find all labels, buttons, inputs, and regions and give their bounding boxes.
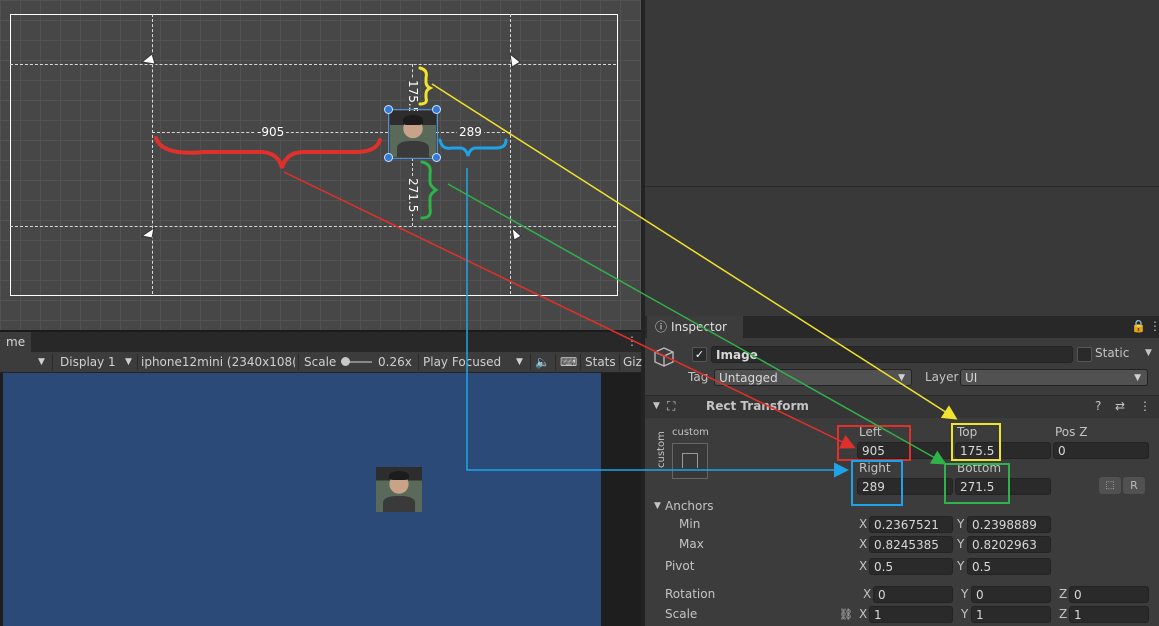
play-mode-dropdown[interactable]: Play Focused: [423, 352, 501, 372]
upper-right-panel: [645, 0, 1159, 316]
inspector-tab-bar: ⓘ Inspector 🔒 ⋮: [645, 316, 1159, 338]
anchor-preset-button[interactable]: [672, 443, 708, 479]
scene-view[interactable]: -905 289 175.5 271.5: [0, 0, 641, 330]
axis-x-label: X: [859, 559, 868, 573]
axis-y-label: Y: [961, 587, 969, 601]
audio-mute-icon[interactable]: 🔈: [535, 352, 550, 372]
link-scale-icon[interactable]: ⛓: [839, 606, 853, 623]
gameobject-cube-icon: [654, 347, 674, 367]
chevron-down-icon[interactable]: ▼: [653, 398, 660, 415]
axis-x-label: X: [859, 607, 868, 621]
rotation-z-field[interactable]: 0: [1069, 586, 1149, 603]
rotation-x-field[interactable]: 0: [873, 586, 953, 603]
axis-y-label: Y: [957, 559, 965, 573]
static-label: Static: [1095, 346, 1130, 360]
selected-image-rect[interactable]: [388, 109, 438, 159]
keyboard-icon[interactable]: ⌨: [560, 352, 577, 372]
chevron-down-icon: ▼: [516, 357, 523, 367]
pivot-x-field[interactable]: 0.5: [869, 558, 953, 575]
menu-icon[interactable]: ⋮: [1149, 319, 1159, 333]
rect-transform-icon: ⛶: [667, 399, 676, 413]
left-highlight-box: [837, 425, 911, 461]
anchor-handle-bottom-left: [140, 226, 155, 239]
resize-handle-bl[interactable]: [384, 153, 393, 162]
resize-handle-br[interactable]: [432, 153, 441, 162]
gizmos-button[interactable]: Giz: [623, 352, 642, 372]
chevron-down-icon[interactable]: ▼: [654, 498, 661, 515]
static-checkbox[interactable]: [1077, 347, 1092, 362]
resolution-dropdown[interactable]: iphone12mini (2340x108(: [141, 352, 295, 372]
anchors-foldout[interactable]: Anchors: [665, 498, 714, 515]
anchor-min-label: Min: [679, 517, 701, 531]
object-name-input[interactable]: Image: [711, 346, 1073, 363]
scale-z-field[interactable]: 1: [1069, 606, 1149, 623]
axis-y-label: Y: [957, 537, 965, 551]
component-menu-icon[interactable]: ⋮: [1139, 398, 1151, 415]
tab-game[interactable]: me: [0, 332, 32, 352]
anchor-max-label: Max: [679, 537, 704, 551]
anchor-preset-label: custom: [672, 427, 709, 438]
help-icon[interactable]: ?: [1095, 398, 1101, 415]
axis-z-label: Z: [1059, 587, 1068, 601]
anchor-min-y-field[interactable]: 0.2398889: [967, 516, 1051, 533]
game-toolbar: ▼ Display 1 ▼ iphone12mini (2340x108( Sc…: [0, 352, 642, 373]
axis-z-label: Z: [1059, 607, 1068, 621]
resize-handle-tl[interactable]: [384, 105, 393, 114]
inspector-tab-label: Inspector: [671, 320, 727, 334]
axis-y-label: Y: [961, 607, 969, 621]
game-avatar-photo: [376, 467, 422, 512]
chevron-down-icon[interactable]: ▼: [38, 352, 45, 372]
resize-handle-tr[interactable]: [432, 105, 441, 114]
scale-value: 0.26x: [378, 355, 412, 369]
scale-label: Scale: [665, 607, 698, 621]
rotation-label: Rotation: [665, 587, 716, 601]
rect-transform-header[interactable]: ▼ ⛶ Rect Transform ? ⇄ ⋮: [645, 395, 1159, 418]
raw-edit-button[interactable]: R: [1123, 477, 1145, 494]
game-view[interactable]: [0, 373, 641, 626]
scale-slider-thumb[interactable]: [341, 357, 350, 366]
bottom-highlight-box: [944, 463, 1010, 504]
posz-field[interactable]: 0: [1053, 442, 1149, 459]
tag-dropdown[interactable]: Untagged ▼: [714, 369, 912, 386]
top-highlight-box: [951, 423, 1001, 461]
display-dropdown[interactable]: Display 1: [60, 352, 116, 372]
pivot-y-field[interactable]: 0.5: [967, 558, 1051, 575]
game-tab-bar: me ⋮: [0, 332, 641, 352]
anchor-handles[interactable]: [0, 0, 641, 330]
anchor-max-y-field[interactable]: 0.8202963: [967, 536, 1051, 553]
anchor-preset-side-label: custom: [656, 431, 667, 468]
axis-y-label: Y: [957, 517, 965, 531]
component-title: Rect Transform: [706, 399, 809, 413]
pivot-label: Pivot: [665, 559, 695, 573]
chevron-down-icon[interactable]: ▼: [1145, 345, 1152, 362]
game-canvas: [3, 373, 601, 626]
stats-button[interactable]: Stats: [585, 352, 616, 372]
tab-menu-icon[interactable]: ⋮: [626, 334, 638, 348]
layer-dropdown[interactable]: UI ▼: [960, 369, 1148, 386]
info-icon: ⓘ: [655, 320, 668, 334]
axis-x-label: X: [859, 537, 868, 551]
tag-label: Tag: [688, 370, 709, 384]
presets-icon[interactable]: ⇄: [1115, 398, 1125, 415]
anchor-handle-top-left: [140, 53, 156, 65]
chevron-down-icon: ▼: [125, 357, 132, 367]
active-checkbox[interactable]: ✓: [692, 347, 707, 362]
rotation-y-field[interactable]: 0: [971, 586, 1051, 603]
anchor-handle-bottom-right: [511, 226, 522, 241]
tab-inspector[interactable]: ⓘ Inspector: [647, 316, 743, 338]
layer-label: Layer: [925, 370, 959, 384]
blueprint-mode-button[interactable]: ⬚: [1099, 477, 1121, 494]
lock-icon[interactable]: 🔒: [1131, 319, 1146, 333]
avatar-photo: [390, 111, 436, 157]
scale-x-field[interactable]: 1: [869, 606, 953, 623]
scale-label: Scale: [304, 355, 337, 369]
scale-y-field[interactable]: 1: [971, 606, 1051, 623]
axis-x-label: X: [863, 587, 872, 601]
anchor-min-x-field[interactable]: 0.2367521: [869, 516, 953, 533]
anchor-max-x-field[interactable]: 0.8245385: [869, 536, 953, 553]
anchor-handle-top-right: [509, 52, 521, 68]
axis-x-label: X: [859, 517, 868, 531]
right-highlight-box: [851, 460, 903, 506]
posz-label: Pos Z: [1055, 425, 1088, 439]
